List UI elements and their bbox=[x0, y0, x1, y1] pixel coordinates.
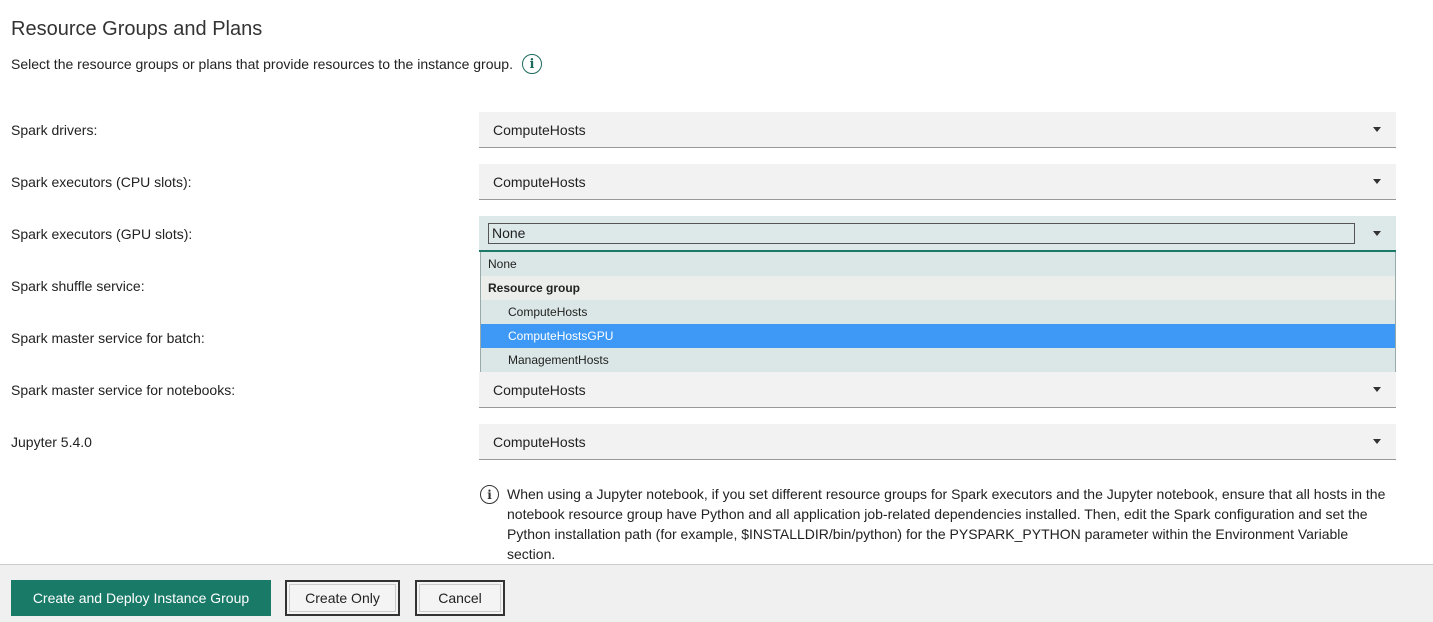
dropdown-option-computehostsgpu[interactable]: ComputeHostsGPU bbox=[481, 324, 1395, 348]
select-value: ComputeHosts bbox=[493, 381, 586, 398]
label-jupyter: Jupyter 5.4.0 bbox=[11, 434, 92, 450]
info-icon[interactable]: i bbox=[521, 54, 542, 74]
select-value: ComputeHosts bbox=[493, 433, 586, 450]
footer-bar: Create and Deploy Instance Group Create … bbox=[0, 564, 1433, 622]
label-spark-shuffle: Spark shuffle service: bbox=[11, 278, 145, 294]
label-spark-executors-gpu: Spark executors (GPU slots): bbox=[11, 226, 193, 242]
chevron-down-icon bbox=[1373, 439, 1381, 444]
dropdown-option-managementhosts[interactable]: ManagementHosts bbox=[481, 348, 1395, 372]
cancel-button[interactable]: Cancel bbox=[415, 580, 505, 616]
chevron-down-icon bbox=[1373, 127, 1381, 132]
label-spark-master-batch: Spark master service for batch: bbox=[11, 330, 205, 346]
label-spark-master-notebooks: Spark master service for notebooks: bbox=[11, 382, 236, 398]
select-value: None bbox=[488, 223, 1355, 244]
page-title: Resource Groups and Plans bbox=[11, 18, 263, 40]
jupyter-note: i When using a Jupyter notebook, if you … bbox=[480, 484, 1390, 564]
chevron-down-icon bbox=[1373, 231, 1381, 236]
select-spark-master-notebooks[interactable]: ComputeHosts bbox=[479, 372, 1396, 408]
create-and-deploy-button[interactable]: Create and Deploy Instance Group bbox=[11, 580, 271, 616]
dropdown-option-none[interactable]: None bbox=[481, 252, 1395, 276]
dropdown-group-header: Resource group bbox=[481, 276, 1395, 300]
note-text: When using a Jupyter notebook, if you se… bbox=[507, 486, 1386, 562]
select-spark-executors-gpu[interactable]: None bbox=[479, 216, 1396, 252]
select-spark-executors-cpu[interactable]: ComputeHosts bbox=[479, 164, 1396, 200]
label-spark-drivers: Spark drivers: bbox=[11, 122, 98, 138]
dropdown-option-computehosts[interactable]: ComputeHosts bbox=[481, 300, 1395, 324]
label-spark-executors-cpu: Spark executors (CPU slots): bbox=[11, 174, 192, 190]
page-subtitle: Select the resource groups or plans that… bbox=[11, 54, 542, 74]
subtitle-text: Select the resource groups or plans that… bbox=[11, 56, 513, 72]
chevron-down-icon bbox=[1373, 179, 1381, 184]
select-jupyter[interactable]: ComputeHosts bbox=[479, 424, 1396, 460]
chevron-down-icon bbox=[1373, 387, 1381, 392]
select-spark-drivers[interactable]: ComputeHosts bbox=[479, 112, 1396, 148]
info-icon: i bbox=[480, 485, 499, 504]
dropdown-list: None Resource group ComputeHosts Compute… bbox=[480, 252, 1396, 374]
select-value: ComputeHosts bbox=[493, 173, 586, 190]
create-only-button[interactable]: Create Only bbox=[285, 580, 400, 616]
select-value: ComputeHosts bbox=[493, 121, 586, 138]
